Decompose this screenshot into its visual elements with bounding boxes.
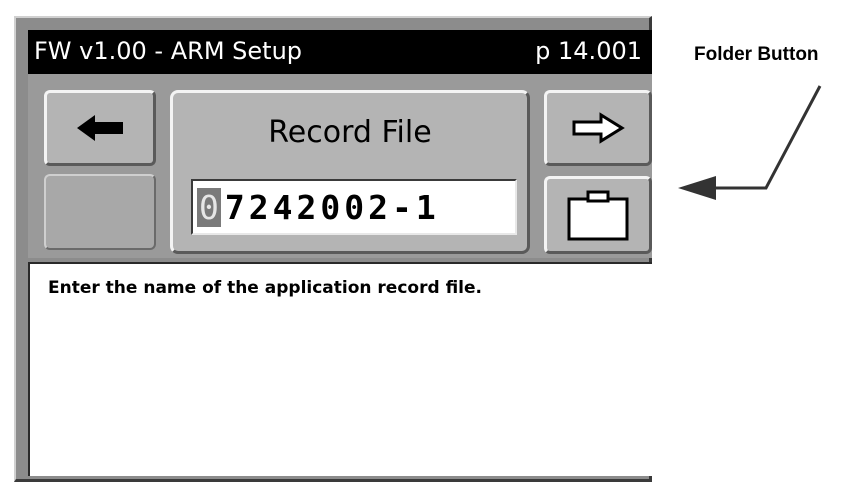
- control-area: Record File 0 7242002-1: [28, 74, 652, 258]
- blank-button[interactable]: [44, 174, 156, 250]
- help-text: Enter the name of the application record…: [48, 278, 482, 298]
- screen-title: FW v1.00 - ARM Setup: [34, 37, 303, 65]
- device-screen: FW v1.00 - ARM Setup p 14.001 Record Fil…: [14, 16, 652, 482]
- title-bar: FW v1.00 - ARM Setup p 14.001: [28, 30, 652, 74]
- annotation-label: Folder Button: [694, 44, 819, 65]
- help-box: Enter the name of the application record…: [28, 262, 652, 476]
- input-cursor-char: 0: [197, 187, 221, 227]
- annotation-arrow-icon: [678, 85, 822, 200]
- input-value: 7242002-1: [224, 187, 440, 227]
- next-button[interactable]: [544, 90, 652, 166]
- left-arrow-icon: [77, 115, 123, 141]
- field-label: Record File: [268, 115, 432, 150]
- back-button[interactable]: [44, 90, 156, 166]
- record-file-panel: Record File 0 7242002-1: [170, 90, 530, 254]
- page-number: p 14.001: [535, 37, 642, 65]
- record-file-input[interactable]: 0 7242002-1: [191, 179, 517, 235]
- right-arrow-icon: [572, 112, 625, 144]
- folder-icon: [567, 190, 629, 241]
- folder-button[interactable]: [544, 176, 652, 254]
